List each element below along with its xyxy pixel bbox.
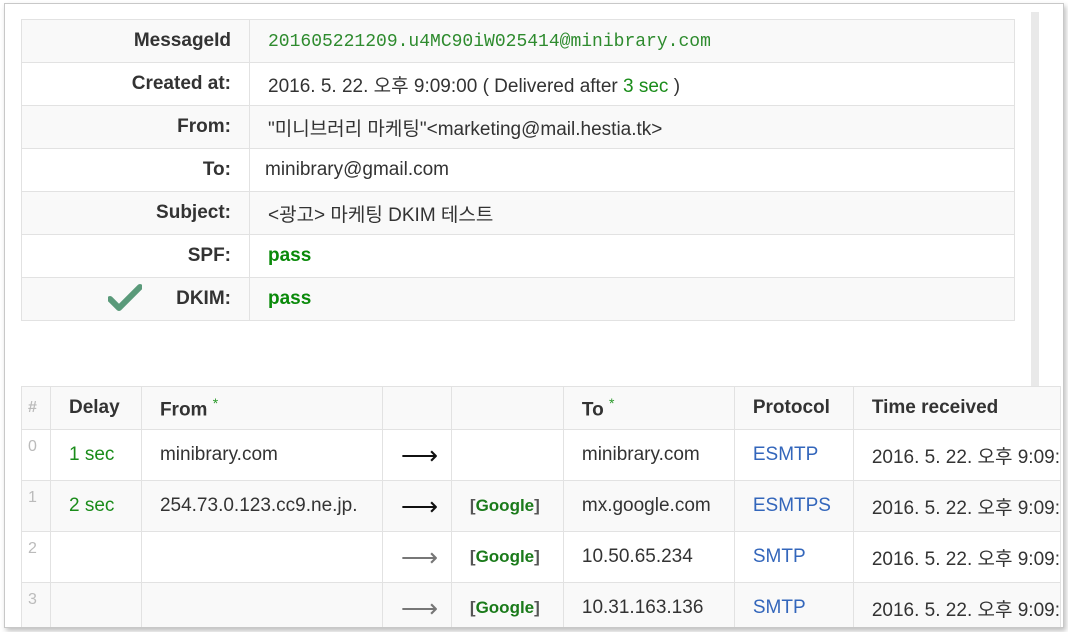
google-tag: Google	[475, 547, 535, 566]
hop-tag	[450, 429, 564, 481]
checkmark-icon	[107, 284, 143, 318]
hop-time: 2016. 5. 22. 오후 9:09:	[852, 429, 1062, 481]
created-label: Created at:	[21, 62, 250, 106]
hop-to: 10.50.65.234	[562, 531, 735, 583]
index-header: #	[21, 386, 51, 430]
hop-row: 1 2 sec 254.73.0.123.cc9.ne.jp. ⟶ [Googl…	[21, 480, 1062, 532]
hop-tag: [Google]	[450, 531, 564, 583]
hop-delay	[49, 582, 142, 627]
protocol-header: Protocol	[733, 386, 854, 430]
dkim-value: pass	[268, 288, 312, 309]
hop-time: 2016. 5. 22. 오후 9:09:	[852, 480, 1062, 532]
message-id-value: 201605221209.u4MC90iW025414@minibrary.co…	[268, 32, 711, 52]
hop-index: 2	[21, 531, 51, 583]
hop-index: 3	[21, 582, 51, 627]
hop-delay	[49, 531, 142, 583]
tag-header	[450, 386, 564, 430]
from-value: "미니브러리 마케팅"<marketing@mail.hestia.tk>	[249, 105, 1015, 149]
email-header-panel: MessageId 201605221209.u4MC90iW025414@mi…	[4, 3, 1064, 628]
arrow-icon: ⟶	[381, 531, 452, 583]
hop-index: 1	[21, 480, 51, 532]
hop-index: 0	[21, 429, 51, 481]
arrow-icon: ⟶	[381, 480, 452, 532]
from-label: From:	[21, 105, 250, 149]
delay-header: Delay	[49, 386, 142, 430]
hop-time: 2016. 5. 22. 오후 9:09:	[852, 582, 1062, 627]
hop-to: minibrary.com	[562, 429, 735, 481]
arrow-header	[381, 386, 452, 430]
from-header: From	[159, 399, 208, 421]
hop-row: 0 1 sec minibrary.com ⟶ minibrary.com ES…	[21, 429, 1062, 481]
hop-row: 2 ⟶ [Google] 10.50.65.234 SMTP 2016. 5. …	[21, 531, 1062, 583]
subject-value: <광고> 마케팅 DKIM 테스트	[249, 191, 1015, 235]
hop-from: minibrary.com	[140, 429, 383, 481]
spf-value: pass	[268, 245, 312, 266]
hop-to: 10.31.163.136	[562, 582, 735, 627]
hop-protocol: SMTP	[733, 582, 854, 627]
to-star: *	[608, 394, 615, 411]
hops-header-row: # Delay From * To * Protocol Time receiv…	[21, 386, 1062, 430]
to-header: To	[581, 399, 604, 421]
message-id-label: MessageId	[21, 19, 250, 63]
delivered-prefix: ( Delivered after	[482, 75, 618, 97]
dkim-row: DKIM: pass	[21, 277, 1015, 321]
to-row: To: minibrary@gmail.com	[21, 148, 1015, 192]
subject-label: Subject:	[21, 191, 250, 235]
hop-protocol: SMTP	[733, 531, 854, 583]
to-value: minibrary@gmail.com	[249, 148, 1015, 192]
arrow-icon: ⟶	[381, 582, 452, 627]
hop-from	[140, 531, 383, 583]
hop-delay: 1 sec	[49, 429, 142, 481]
delivery-hops-table: # Delay From * To * Protocol Time receiv…	[21, 386, 1062, 627]
hop-from	[140, 582, 383, 627]
message-id-row: MessageId 201605221209.u4MC90iW025414@mi…	[21, 19, 1015, 63]
hop-tag: [Google]	[450, 480, 564, 532]
google-tag: Google	[475, 598, 535, 617]
spf-label: SPF:	[21, 234, 250, 278]
dkim-label: DKIM:	[176, 288, 231, 309]
created-value: 2016. 5. 22. 오후 9:09:00	[268, 75, 478, 97]
hop-row: 3 ⟶ [Google] 10.31.163.136 SMTP 2016. 5.…	[21, 582, 1062, 627]
message-info-table: MessageId 201605221209.u4MC90iW025414@mi…	[21, 19, 1015, 321]
to-label: To:	[21, 148, 250, 192]
google-tag: Google	[475, 496, 535, 515]
time-header: Time received	[852, 386, 1062, 430]
hop-to: mx.google.com	[562, 480, 735, 532]
arrow-icon: ⟶	[381, 429, 452, 481]
hop-protocol: ESMTPS	[733, 480, 854, 532]
hop-time: 2016. 5. 22. 오후 9:09:	[852, 531, 1062, 583]
hop-delay: 2 sec	[49, 480, 142, 532]
subject-row: Subject: <광고> 마케팅 DKIM 테스트	[21, 191, 1015, 235]
from-star: *	[212, 394, 219, 411]
created-row: Created at: 2016. 5. 22. 오후 9:09:00 ( De…	[21, 62, 1015, 106]
from-row: From: "미니브러리 마케팅"<marketing@mail.hestia.…	[21, 105, 1015, 149]
hop-tag: [Google]	[450, 582, 564, 627]
hop-protocol: ESMTP	[733, 429, 854, 481]
delivered-duration: 3 sec	[623, 75, 669, 97]
delivered-suffix: )	[673, 75, 681, 97]
spf-row: SPF: pass	[21, 234, 1015, 278]
hop-from: 254.73.0.123.cc9.ne.jp.	[140, 480, 383, 532]
